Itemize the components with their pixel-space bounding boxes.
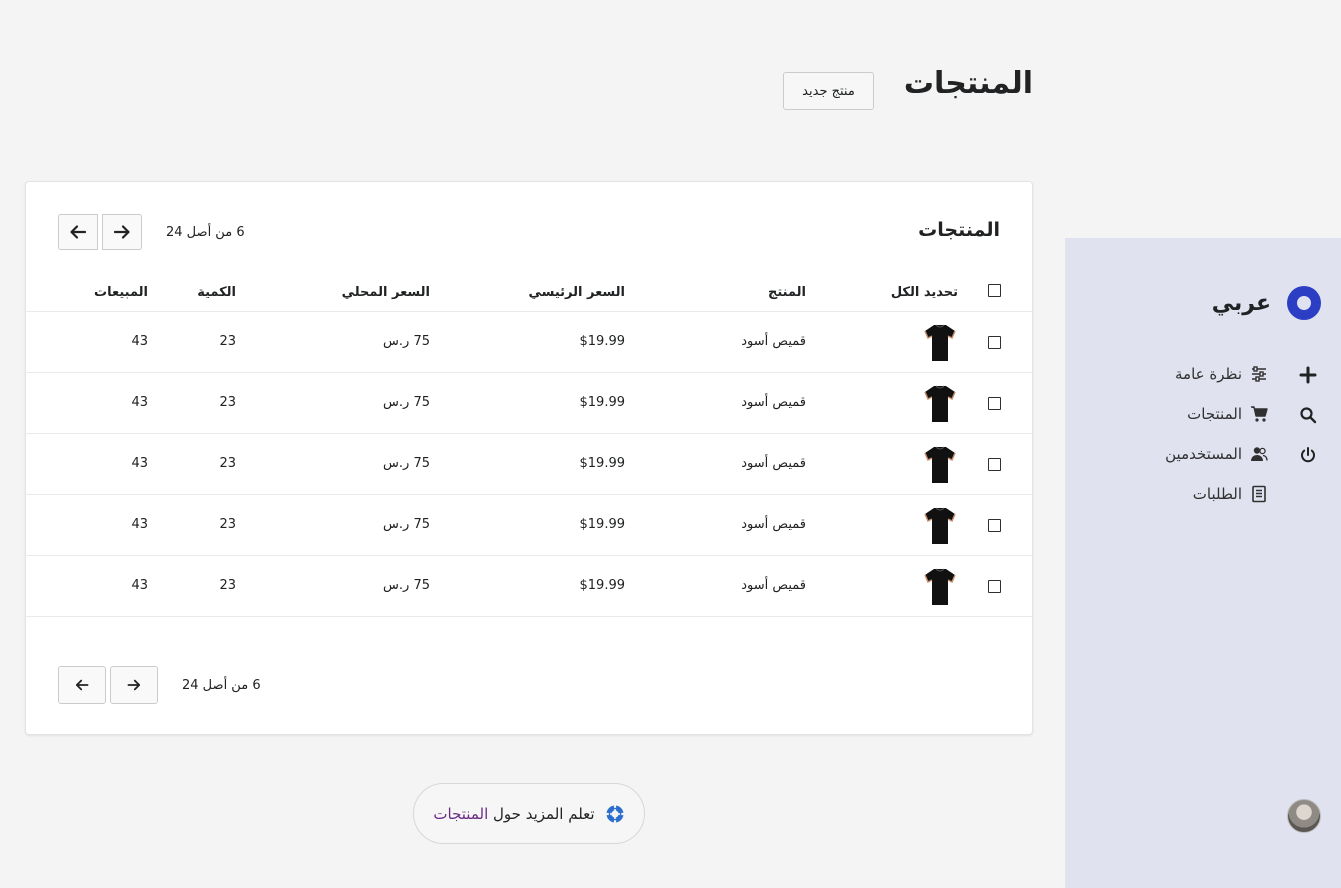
sidebar-item-label: المستخدمين xyxy=(1165,445,1242,463)
base-price: $19.99 xyxy=(579,517,626,532)
select-all-checkbox[interactable] xyxy=(988,284,1001,297)
sales: 43 xyxy=(131,517,148,532)
pagination-count: 6 من أصل 24 xyxy=(166,224,245,240)
sidebar-item-label: الطلبات xyxy=(1192,485,1242,503)
base-price: $19.99 xyxy=(579,395,626,410)
sidebar-item-label: المنتجات xyxy=(1187,405,1242,423)
column-sales: المبيعات xyxy=(94,285,148,300)
quantity: 23 xyxy=(219,334,236,349)
column-quantity: الكمية xyxy=(197,285,236,300)
previous-page-button[interactable] xyxy=(58,214,98,250)
arrow-right-icon xyxy=(127,679,141,691)
lifebuoy-icon xyxy=(606,805,624,822)
sales: 43 xyxy=(131,395,148,410)
brand[interactable]: عربي xyxy=(1212,286,1321,320)
base-price: $19.99 xyxy=(579,334,626,349)
new-product-button[interactable]: منتج جديد xyxy=(783,72,874,110)
quantity: 23 xyxy=(219,578,236,593)
table-header: تحديد الكل المنتج السعر الرئيسي السعر ال… xyxy=(26,282,1032,312)
plus-icon[interactable] xyxy=(1298,365,1318,385)
pagination-count: 6 من أصل 24 xyxy=(182,677,261,693)
arrow-right-icon xyxy=(113,225,130,239)
product-thumbnail xyxy=(924,446,956,483)
product-name: قميص أسود xyxy=(741,456,806,471)
sidebar: عربي نظرة عامة المنتجات المستخدمين الطلب… xyxy=(1065,238,1341,888)
local-price: 75 ر.س xyxy=(383,395,430,410)
table-row[interactable]: قميص أسود $19.99 75 ر.س 23 43 xyxy=(26,495,1032,556)
users-icon xyxy=(1250,445,1268,463)
brand-logo xyxy=(1287,286,1321,320)
table-row[interactable]: قميص أسود $19.99 75 ر.س 23 43 xyxy=(26,312,1032,373)
row-checkbox[interactable] xyxy=(988,580,1001,593)
arrow-left-icon xyxy=(70,225,87,239)
base-price: $19.99 xyxy=(579,578,626,593)
sidebar-nav: نظرة عامة المنتجات المستخدمين الطلبات xyxy=(1165,362,1268,506)
local-price: 75 ر.س xyxy=(383,578,430,593)
local-price: 75 ر.س xyxy=(383,517,430,532)
quantity: 23 xyxy=(219,456,236,471)
pagination-bottom: 6 من أصل 24 xyxy=(58,666,261,704)
page-title: المنتجات xyxy=(903,66,1033,101)
table-row[interactable]: قميص أسود $19.99 75 ر.س 23 43 xyxy=(26,556,1032,617)
help-link[interactable]: المنتجات xyxy=(433,805,488,823)
orders-icon xyxy=(1250,485,1268,503)
quantity: 23 xyxy=(219,395,236,410)
next-page-button[interactable] xyxy=(102,214,142,250)
local-price: 75 ر.س xyxy=(383,334,430,349)
brand-name: عربي xyxy=(1211,290,1271,316)
local-price: 75 ر.س xyxy=(383,456,430,471)
arrow-left-icon xyxy=(75,679,89,691)
table-row[interactable]: قميص أسود $19.99 75 ر.س 23 43 xyxy=(26,373,1032,434)
sidebar-item-products[interactable]: المنتجات xyxy=(1187,402,1268,426)
table-row[interactable]: قميص أسود $19.99 75 ر.س 23 43 xyxy=(26,434,1032,495)
product-name: قميص أسود xyxy=(741,334,806,349)
row-checkbox[interactable] xyxy=(988,397,1001,410)
sales: 43 xyxy=(131,334,148,349)
next-page-button[interactable] xyxy=(110,666,158,704)
pagination-top: 6 من أصل 24 xyxy=(58,214,245,250)
product-name: قميص أسود xyxy=(741,578,806,593)
product-thumbnail xyxy=(924,507,956,544)
product-name: قميص أسود xyxy=(741,395,806,410)
product-name: قميص أسود xyxy=(741,517,806,532)
help-footer: تعلم المزيد حول المنتجات xyxy=(413,783,645,844)
sliders-icon xyxy=(1250,365,1268,383)
row-checkbox[interactable] xyxy=(988,458,1001,471)
sidebar-item-users[interactable]: المستخدمين xyxy=(1165,442,1268,466)
products-card: المنتجات 6 من أصل 24 تحديد الكل المنتج ا… xyxy=(25,181,1033,735)
column-local-price: السعر المحلي xyxy=(341,285,430,300)
sales: 43 xyxy=(131,456,148,471)
column-product: المنتج xyxy=(767,285,806,300)
sidebar-item-overview[interactable]: نظرة عامة xyxy=(1175,362,1268,386)
card-title: المنتجات xyxy=(918,219,1000,241)
quantity: 23 xyxy=(219,517,236,532)
row-checkbox[interactable] xyxy=(988,336,1001,349)
action-rail xyxy=(1298,365,1318,465)
product-thumbnail xyxy=(924,324,956,361)
column-select-all: تحديد الكل xyxy=(890,285,958,300)
product-thumbnail xyxy=(924,568,956,605)
sidebar-item-label: نظرة عامة xyxy=(1175,365,1242,383)
previous-page-button[interactable] xyxy=(58,666,106,704)
search-icon[interactable] xyxy=(1298,405,1318,425)
cart-icon xyxy=(1250,405,1268,423)
row-checkbox[interactable] xyxy=(988,519,1001,532)
sales: 43 xyxy=(131,578,148,593)
help-prefix: تعلم المزيد حول xyxy=(488,804,595,823)
base-price: $19.99 xyxy=(579,456,626,471)
product-thumbnail xyxy=(924,385,956,422)
power-icon[interactable] xyxy=(1298,445,1318,465)
sidebar-item-orders[interactable]: الطلبات xyxy=(1193,482,1268,506)
column-base-price: السعر الرئيسي xyxy=(528,285,625,300)
avatar[interactable] xyxy=(1287,799,1321,833)
